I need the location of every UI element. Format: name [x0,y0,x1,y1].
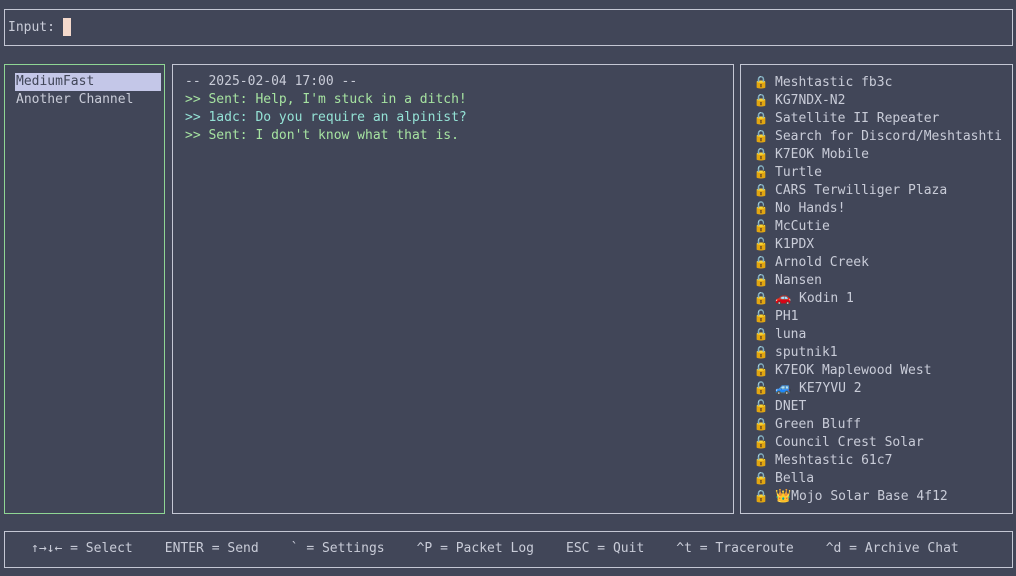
node-name: No Hands! [775,201,846,216]
node-name: K1PDX [775,237,815,252]
message-line: >> 1adc: Do you require an alpinist? [185,110,467,125]
input-label: Input: [8,19,55,35]
node-item[interactable]: 🔓 🚙 KE7YVU 2 [753,379,1002,397]
node-item[interactable]: 🔒 Bella [753,469,1002,487]
node-item[interactable]: 🔓 DNET [753,397,1002,415]
lock-icon: 🔒 [753,183,769,197]
node-name: Bella [775,471,815,486]
node-item[interactable]: 🔓 Meshtastic 61c7 [753,451,1002,469]
node-name: Meshtastic 61c7 [775,453,893,468]
node-name: Nansen [775,273,822,288]
node-item[interactable]: 🔒 Nansen [753,271,1002,289]
node-name: PH1 [775,309,799,324]
node-item[interactable]: 🔒 Meshtastic fb3c [753,73,1002,91]
node-name: Turtle [775,165,822,180]
unlock-icon: 🔓 [753,453,769,467]
node-name: sputnik1 [775,345,838,360]
lock-icon: 🔒 [753,93,769,107]
message-date-separator: -- 2025-02-04 17:00 -- [185,74,358,89]
lock-icon: 🔒 [753,75,769,89]
keybinding-hint: ↑→↓← = Select [31,541,133,556]
node-item[interactable]: 🔒 K7EOK Mobile [753,145,1002,163]
node-name: Search for Discord/Meshtashti [775,129,1002,144]
channel-panel: MediumFast Another Channel [4,64,165,514]
node-name: KG7NDX-N2 [775,93,846,108]
lock-icon: 🔒 [753,129,769,143]
lock-icon: 🔒 [753,291,769,305]
lock-icon: 🔒 [753,417,769,431]
unlock-icon: 🔓 [753,363,769,377]
node-item[interactable]: 🔓 Turtle [753,163,1002,181]
lock-icon: 🔒 [753,345,769,359]
unlock-icon: 🔓 [753,435,769,449]
node-name: Satellite II Repeater [775,111,940,126]
node-item[interactable]: 🔒 Green Bluff [753,415,1002,433]
lock-icon: 🔒 [753,147,769,161]
keybinding-hint: ` = Settings [290,541,385,556]
channel-list: MediumFast Another Channel [15,73,161,109]
node-name: 👑Mojo Solar Base 4f12 [775,489,948,504]
node-name: CARS Terwilliger Plaza [775,183,948,198]
node-name: luna [775,327,807,342]
lock-icon: 🔒 [753,255,769,269]
node-name: 🚙 KE7YVU 2 [775,381,862,396]
node-name: Green Bluff [775,417,862,432]
node-name: McCutie [775,219,830,234]
node-name: DNET [775,399,807,414]
keybinding-hint: ^d = Archive Chat [825,541,959,556]
keybinding-list: ↑→↓← = Select ENTER = Send ` = Settings ^P … [31,541,991,556]
unlock-icon: 🔓 [753,381,769,395]
message-line: >> Sent: Help, I'm stuck in a ditch! [185,92,467,107]
lock-icon: 🔒 [753,111,769,125]
node-panel: 🔒 Meshtastic fb3c 🔒 KG7NDX-N2 🔒 Satellite II … [740,64,1013,514]
node-item[interactable]: 🔒 luna [753,325,1002,343]
node-item[interactable]: 🔒 sputnik1 [753,343,1002,361]
node-name: K7EOK Maplewood West [775,363,932,378]
keybinding-hint: ENTER = Send [164,541,259,556]
node-name: K7EOK Mobile [775,147,869,162]
node-name: Council Crest Solar [775,435,924,450]
message-list: -- 2025-02-04 17:00 -- >> Sent: Help, I'm… [185,73,467,145]
node-item[interactable]: 🔓 Council Crest Solar [753,433,1002,451]
node-item[interactable]: 🔒 Arnold Creek [753,253,1002,271]
input-panel: Input: [4,9,1013,46]
node-item[interactable]: 🔓 PH1 [753,307,1002,325]
node-item[interactable]: 🔒 Satellite II Repeater [753,109,1002,127]
unlock-icon: 🔓 [753,219,769,233]
node-list: 🔒 Meshtastic fb3c 🔒 KG7NDX-N2 🔒 Satellite II … [753,73,1002,505]
unlock-icon: 🔓 [753,399,769,413]
node-item[interactable]: 🔒 Search for Discord/Meshtashti [753,127,1002,145]
unlock-icon: 🔓 [753,201,769,215]
keybinding-bar: ↑→↓← = Select ENTER = Send ` = Settings ^P … [4,531,1013,568]
channel-item[interactable]: MediumFast [15,73,161,91]
keybinding-hint: ^P = Packet Log [416,541,534,556]
unlock-icon: 🔓 [753,165,769,179]
keybinding-hint: ^t = Traceroute [676,541,794,556]
node-name: Meshtastic fb3c [775,75,893,90]
node-item[interactable]: 🔒 CARS Terwilliger Plaza [753,181,1002,199]
node-item[interactable]: 🔓 K7EOK Maplewood West [753,361,1002,379]
message-line: >> Sent: I don't know what that is. [185,128,459,143]
lock-icon: 🔒 [753,273,769,287]
node-item[interactable]: 🔒 👑Mojo Solar Base 4f12 [753,487,1002,505]
node-item[interactable]: 🔓 K1PDX [753,235,1002,253]
node-item[interactable]: 🔒 KG7NDX-N2 [753,91,1002,109]
node-name: 🚗 Kodin 1 [775,291,854,306]
input-row[interactable]: Input: [8,18,71,36]
node-item[interactable]: 🔓 No Hands! [753,199,1002,217]
message-panel: -- 2025-02-04 17:00 -- >> Sent: Help, I'm… [172,64,734,514]
lock-icon: 🔒 [753,489,769,503]
channel-item[interactable]: Another Channel [15,91,161,109]
node-item[interactable]: 🔓 McCutie [753,217,1002,235]
node-item[interactable]: 🔒 🚗 Kodin 1 [753,289,1002,307]
lock-icon: 🔒 [753,471,769,485]
unlock-icon: 🔓 [753,237,769,251]
lock-icon: 🔒 [753,327,769,341]
text-cursor [62,18,71,36]
keybinding-hint: ESC = Quit [566,541,645,556]
unlock-icon: 🔓 [753,309,769,323]
node-name: Arnold Creek [775,255,869,270]
